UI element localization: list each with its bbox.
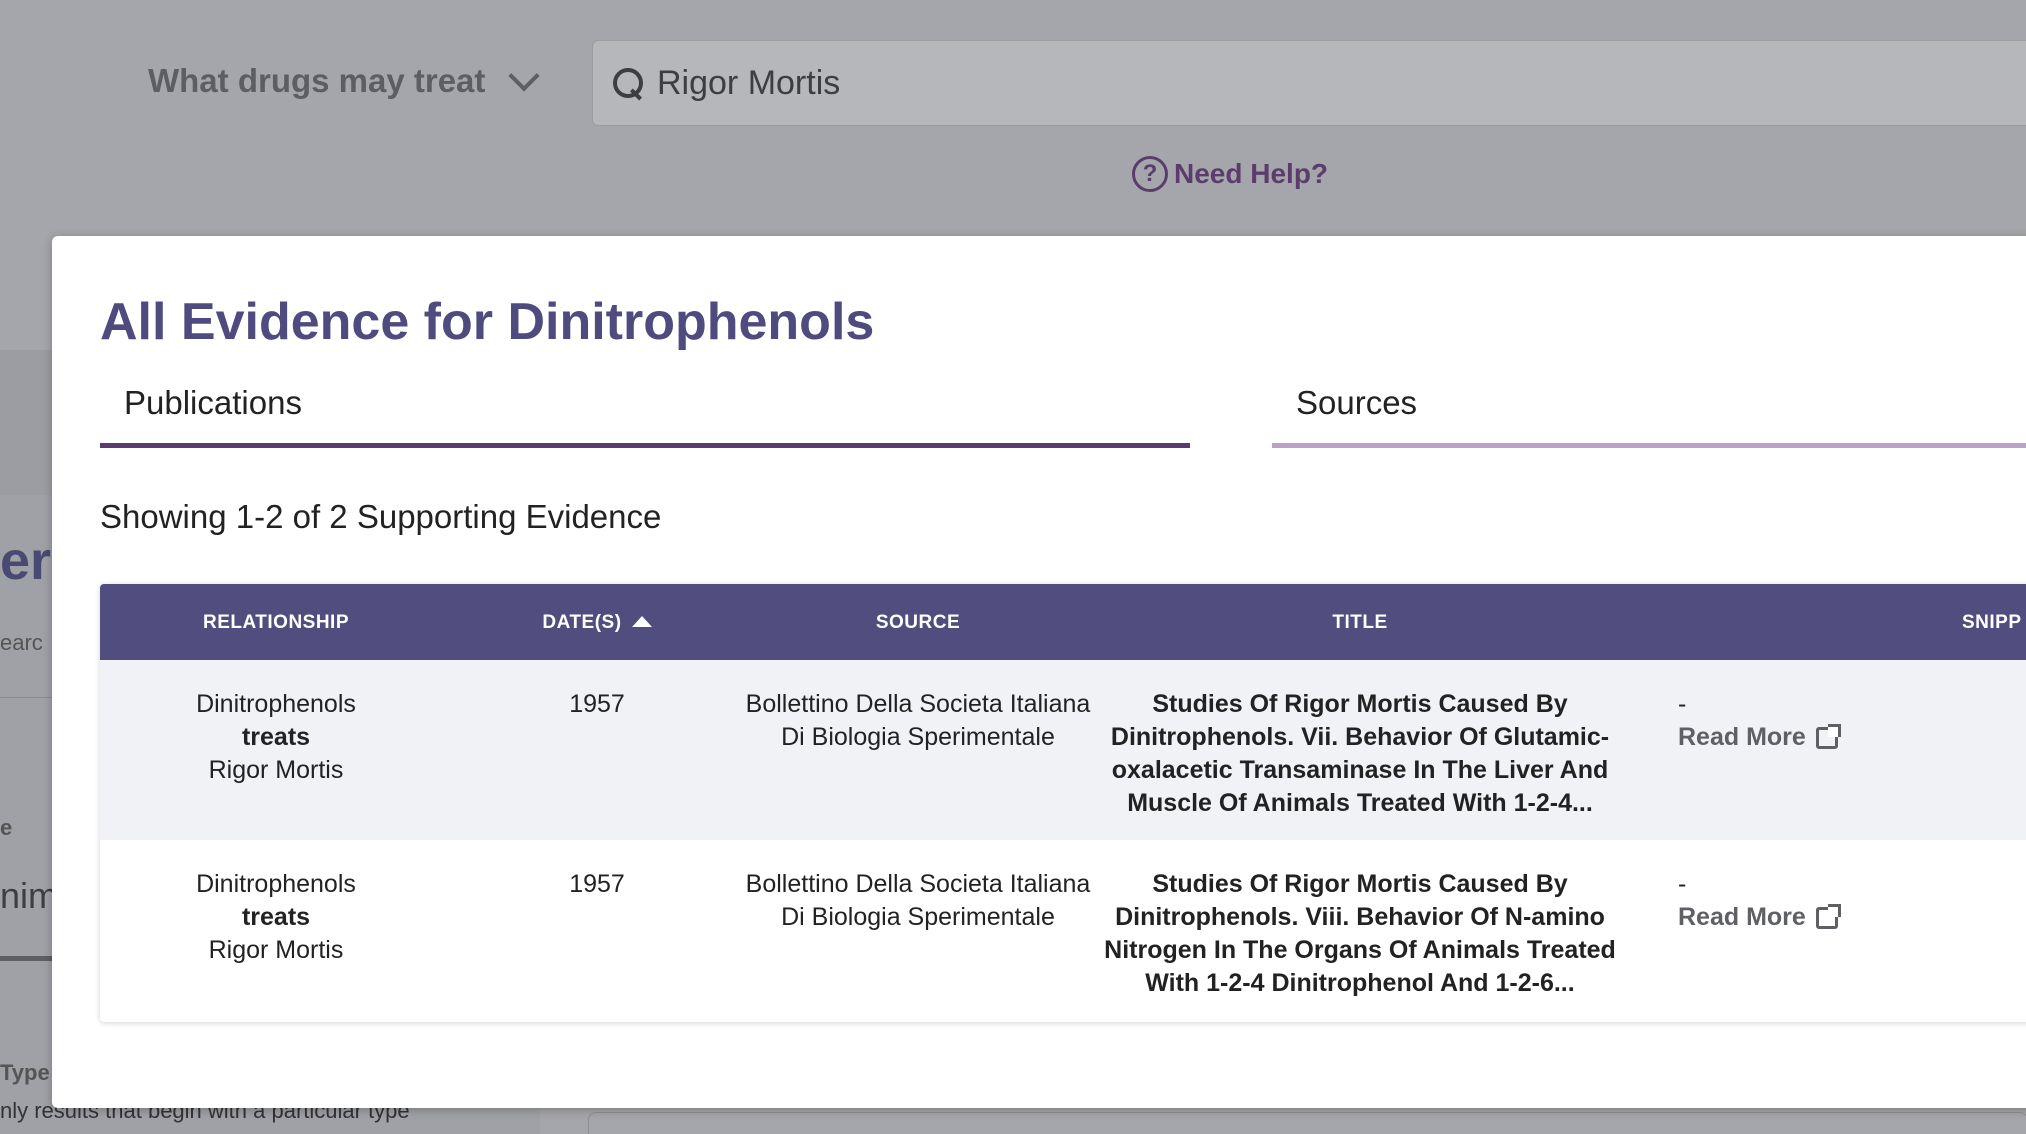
results-count: Showing 1-2 of 2 Supporting Evidence xyxy=(100,498,662,535)
relationship-predicate: treats xyxy=(241,723,311,751)
tab-publications-label: Publications xyxy=(124,384,302,421)
relationship-subject: Dinitrophenols xyxy=(196,870,356,898)
snippet-text: - xyxy=(1678,870,1687,898)
table-row: Dinitrophenols treats Rigor Mortis 1957 … xyxy=(100,660,2026,840)
sort-ascending-icon xyxy=(631,615,652,627)
sidebar-underline xyxy=(0,956,52,961)
sidebar-type-label: Type xyxy=(0,1060,50,1085)
evidence-table: RELATIONSHIP DATE(S) SOURCE TITLE SNIPP … xyxy=(100,584,2026,1022)
help-icon: ? xyxy=(1132,156,1168,192)
header-source[interactable]: SOURCE xyxy=(742,612,1094,634)
relationship-object: Rigor Mortis xyxy=(208,936,344,964)
title-cell: Studies Of Rigor Mortis Caused By Dinitr… xyxy=(1104,870,1616,997)
search-value: Rigor Mortis xyxy=(657,63,841,102)
header-dates[interactable]: DATE(S) xyxy=(452,612,742,634)
modal-title: All Evidence for Dinitrophenols xyxy=(100,293,875,351)
results-panel xyxy=(588,1112,2026,1134)
source-cell: Bollettino Della Societa Italiana Di Bio… xyxy=(745,690,1091,751)
external-link-icon xyxy=(1815,903,1841,929)
need-help-link[interactable]: ? Need Help? xyxy=(1132,156,1328,192)
read-more-link[interactable]: Read More xyxy=(1678,901,1841,934)
snippet-cell: - Read More xyxy=(1678,688,1978,754)
read-more-link[interactable]: Read More xyxy=(1678,721,1841,754)
header-dates-label: DATE(S) xyxy=(542,612,622,633)
snippet-text: - xyxy=(1678,690,1687,718)
query-type-select[interactable]: What drugs may treat xyxy=(148,60,540,100)
date-cell: 1957 xyxy=(569,690,625,718)
relationship-cell: Dinitrophenols treats Rigor Mortis xyxy=(100,868,452,967)
search-input[interactable]: Rigor Mortis xyxy=(592,40,2026,126)
external-link-icon xyxy=(1815,723,1841,749)
sidebar-value-fragment: nim xyxy=(0,875,59,916)
header-snippet[interactable]: SNIPP xyxy=(1962,612,2026,634)
snippet-cell: - Read More xyxy=(1678,868,1978,934)
tab-sources[interactable]: Sources xyxy=(1272,384,2026,448)
date-cell: 1957 xyxy=(569,870,625,898)
sidebar-divider xyxy=(0,697,52,698)
tab-sources-label: Sources xyxy=(1296,384,1418,421)
relationship-object: Rigor Mortis xyxy=(208,756,344,784)
query-type-label: What drugs may treat xyxy=(148,62,486,99)
read-more-label: Read More xyxy=(1678,903,1806,931)
table-row: Dinitrophenols treats Rigor Mortis 1957 … xyxy=(100,840,2026,1020)
sidebar-search-fragment: earc xyxy=(0,630,43,655)
sidebar-label-fragment: e xyxy=(0,815,13,840)
relationship-cell: Dinitrophenols treats Rigor Mortis xyxy=(100,688,452,787)
evidence-modal: All Evidence for Dinitrophenols Publicat… xyxy=(52,236,2026,1108)
tab-publications[interactable]: Publications xyxy=(100,384,1190,448)
need-help-label: Need Help? xyxy=(1174,158,1329,189)
header-relationship[interactable]: RELATIONSHIP xyxy=(100,612,452,634)
table-header: RELATIONSHIP DATE(S) SOURCE TITLE SNIPP xyxy=(100,584,2026,660)
chevron-down-icon xyxy=(508,60,540,92)
search-icon xyxy=(611,66,645,100)
header-title[interactable]: TITLE xyxy=(1094,612,1626,634)
relationship-subject: Dinitrophenols xyxy=(196,690,356,718)
title-cell: Studies Of Rigor Mortis Caused By Dinitr… xyxy=(1110,690,1610,817)
read-more-label: Read More xyxy=(1678,723,1806,751)
source-cell: Bollettino Della Societa Italiana Di Bio… xyxy=(745,870,1091,931)
relationship-predicate: treats xyxy=(241,903,311,931)
